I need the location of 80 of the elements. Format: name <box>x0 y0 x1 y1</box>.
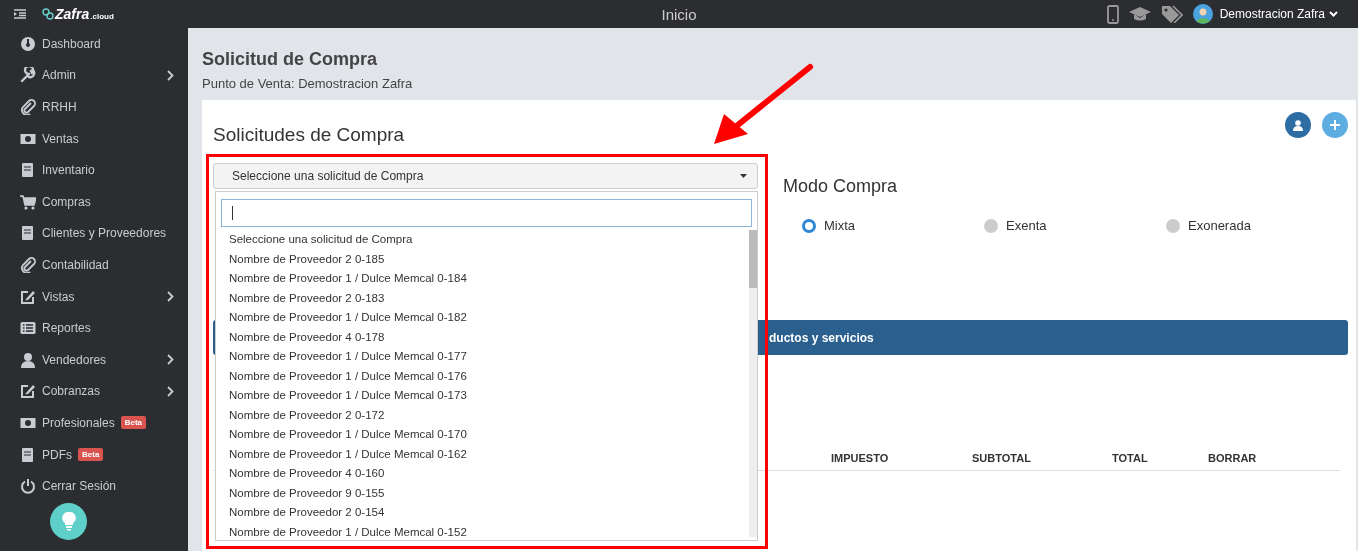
power-icon <box>20 478 36 495</box>
radio-label: Exonerada <box>1188 217 1251 235</box>
sidebar-item[interactable]: Ventas <box>20 122 188 155</box>
dropdown-option[interactable]: Nombre de Proveedor 1 / Dulce Memcal 0-173 <box>229 386 749 406</box>
sidebar-item[interactable]: Contabilidad <box>20 249 188 281</box>
column-header: SUBTOTAL <box>972 451 1032 464</box>
dropdown-option[interactable]: Nombre de Proveedor 1 / Dulce Memcal 0-152 <box>229 522 749 542</box>
dropdown-option[interactable]: Nombre de Proveedor 4 0-178 <box>229 327 749 347</box>
dropdown-option[interactable]: Nombre de Proveedor 2 0-154 <box>229 503 749 523</box>
phone-icon <box>1106 4 1119 24</box>
dropdown-option[interactable]: Nombre de Proveedor 1 / Dulce Memcal 0-184 <box>229 269 749 289</box>
sidebar-item[interactable]: PDFs Beta <box>20 438 188 471</box>
dashboard-icon <box>20 35 36 52</box>
chevron-down-icon <box>1329 11 1338 17</box>
menu-icon <box>14 9 26 19</box>
paperclip-icon <box>20 99 36 115</box>
logo-icon <box>42 8 54 20</box>
page-heading: Solicitud de Compra <box>202 48 379 70</box>
list-icon <box>20 320 36 337</box>
scrollbar[interactable] <box>749 230 757 537</box>
sidebar-item[interactable]: Cobranzas <box>20 375 188 408</box>
sidebar-item[interactable]: RRHH <box>20 91 188 123</box>
book-icon <box>20 225 36 242</box>
sidebar-item[interactable]: Clientes y Proveedores <box>20 217 188 250</box>
scrollbar-thumb[interactable] <box>749 230 757 288</box>
section-heading: Modo Compra <box>783 175 899 198</box>
user-icon <box>1293 119 1303 131</box>
sidebar-item[interactable]: Vendedores <box>20 343 188 376</box>
caret-down-icon <box>740 174 747 178</box>
column-header: TOTAL <box>1112 451 1149 464</box>
purchase-request-select[interactable]: Seleccione una solicitud de Compra <box>213 163 758 189</box>
user-name[interactable]: Demostracion Zafra <box>1219 7 1325 21</box>
radio-button[interactable] <box>802 219 816 233</box>
lightbulb-icon <box>61 511 76 532</box>
dropdown-option[interactable]: Nombre de Proveedor 2 0-172 <box>229 405 749 425</box>
dropdown-option[interactable]: Nombre de Proveedor 4 0-160 <box>229 464 749 484</box>
sidebar-item[interactable]: Reportes <box>20 312 188 344</box>
avatar-icon <box>1192 4 1213 24</box>
section-heading: Solicitudes de Compra <box>213 123 405 147</box>
column-header: BORRAR <box>1208 451 1258 464</box>
dropdown-option[interactable]: Nombre de Proveedor 1 / Dulce Memcal 0-162 <box>229 444 749 464</box>
point-of-sale-label: Punto de Venta: Demostracion Zafra <box>202 76 414 92</box>
user-button[interactable] <box>1285 112 1311 138</box>
dropdown-option[interactable]: Nombre de Proveedor 1 / Dulce Memcal 0-176 <box>229 366 749 386</box>
dropdown-option[interactable]: Nombre de Proveedor 9 0-155 <box>229 483 749 503</box>
sidebar-item[interactable]: Inventario <box>20 154 188 186</box>
tags-icon <box>1160 5 1183 23</box>
edit-icon <box>20 288 36 305</box>
bar-title: ductos y servicios <box>769 330 874 345</box>
sidebar-item[interactable]: Admin <box>20 59 188 92</box>
graduation-cap-icon <box>1128 6 1151 22</box>
beta-badge: Beta <box>78 448 104 461</box>
edit-icon <box>20 383 36 400</box>
logo-text[interactable]: Zafra <box>55 6 90 22</box>
dropdown-option[interactable]: Nombre de Proveedor 2 0-183 <box>229 288 749 308</box>
sidebar-item[interactable]: Compras <box>20 185 188 218</box>
radio-label: Mixta <box>824 217 856 235</box>
radio-label: Exenta <box>1006 217 1047 235</box>
beta-badge: Beta <box>120 416 147 430</box>
user-icon <box>20 351 36 368</box>
logo-suffix[interactable]: .cloud <box>90 12 114 21</box>
radio-button[interactable] <box>1166 219 1180 233</box>
page-title: Inicio <box>660 5 698 23</box>
book-icon <box>20 446 36 463</box>
column-header: IMPUESTO <box>831 451 890 464</box>
sidebar-item[interactable]: Profesionales Beta <box>20 407 188 439</box>
radio-button[interactable] <box>984 219 998 233</box>
search-field[interactable] <box>221 199 752 227</box>
paperclip-icon <box>20 256 36 273</box>
sidebar-item[interactable]: Vistas <box>20 280 188 313</box>
cart-icon <box>20 193 36 210</box>
dropdown-option[interactable]: Nombre de Proveedor 2 0-185 <box>229 249 749 269</box>
lightbulb-button[interactable] <box>50 502 87 540</box>
dropdown-option[interactable]: Nombre de Proveedor 1 / Dulce Memcal 0-170 <box>229 425 749 445</box>
book-icon <box>20 162 36 179</box>
sidebar-item[interactable]: Dashboard <box>20 28 188 60</box>
plus-icon <box>1330 120 1340 130</box>
dropdown-option[interactable]: Seleccione una solicitud de Compra <box>229 230 749 250</box>
sidebar-item[interactable]: Cerrar Sesión <box>20 470 188 502</box>
add-button[interactable] <box>1322 112 1348 138</box>
